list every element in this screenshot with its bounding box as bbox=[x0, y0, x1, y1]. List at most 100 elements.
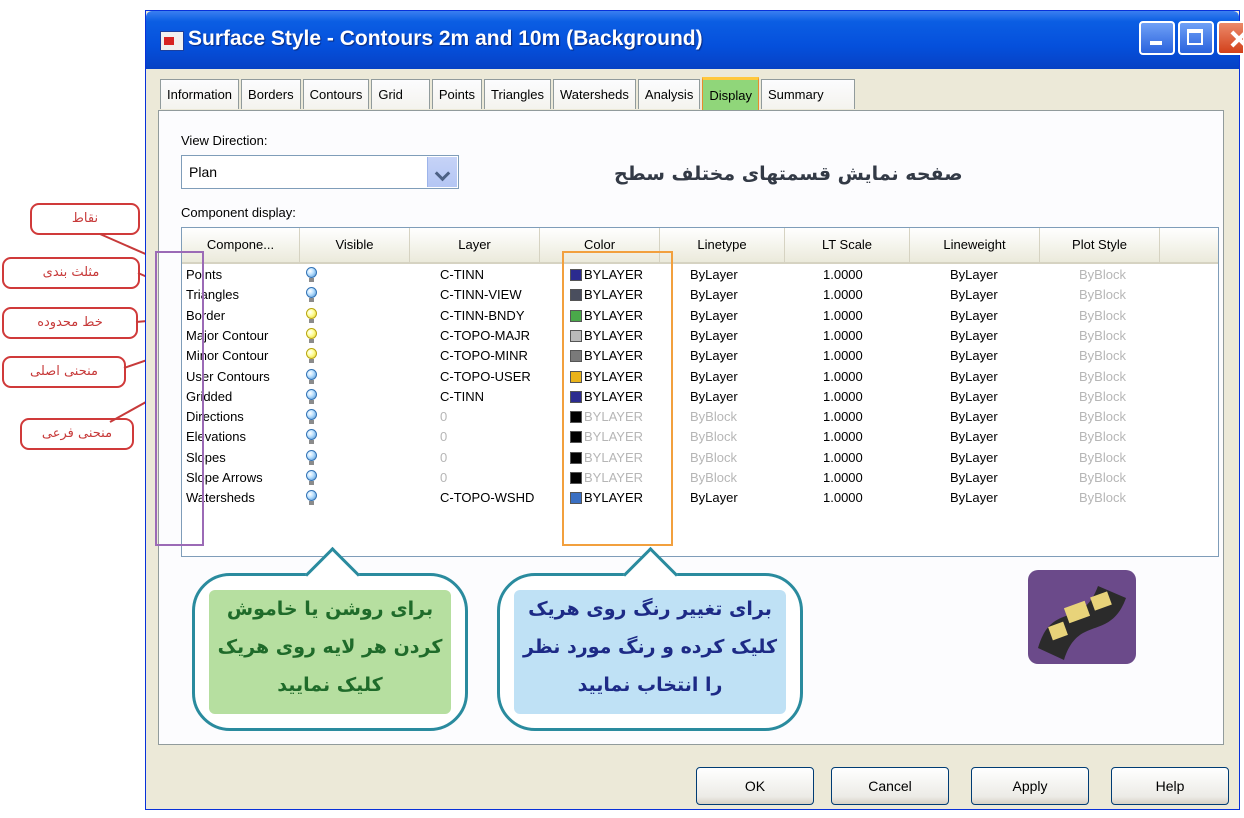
lightbulb-icon[interactable] bbox=[306, 429, 317, 445]
linetype-cell[interactable]: ByLayer bbox=[690, 327, 738, 345]
layer-cell[interactable]: C-TOPO-USER bbox=[440, 368, 531, 386]
cancel-button[interactable]: Cancel bbox=[831, 767, 949, 805]
col-linetype[interactable]: Linetype bbox=[660, 228, 785, 262]
plot-style-cell[interactable]: ByBlock bbox=[1079, 388, 1126, 406]
lineweight-cell[interactable]: ByLayer bbox=[950, 489, 998, 507]
plot-style-cell[interactable]: ByBlock bbox=[1079, 266, 1126, 284]
layer-cell[interactable]: C-TINN-VIEW bbox=[440, 286, 522, 304]
plot-style-cell[interactable]: ByBlock bbox=[1079, 347, 1126, 365]
lineweight-cell[interactable]: ByLayer bbox=[950, 368, 998, 386]
tab-summary[interactable]: Summary bbox=[760, 79, 855, 109]
table-row[interactable]: Triangles C-TINN-VIEW BYLAYER ByLayer 1.0000… bbox=[182, 286, 1218, 304]
table-row[interactable]: Border C-TINN-BNDY BYLAYER ByLayer 1.0000 ByL… bbox=[182, 307, 1218, 325]
lt-scale-cell[interactable]: 1.0000 bbox=[823, 489, 863, 507]
lineweight-cell[interactable]: ByLayer bbox=[950, 469, 998, 487]
lightbulb-icon[interactable] bbox=[306, 388, 317, 405]
col-plot-style[interactable]: Plot Style bbox=[1040, 228, 1160, 262]
lightbulb-icon[interactable] bbox=[306, 287, 317, 303]
tab-watersheds[interactable]: Watersheds bbox=[553, 79, 636, 109]
layer-cell[interactable]: C-TOPO-MINR bbox=[440, 347, 528, 365]
linetype-cell[interactable]: ByBlock bbox=[690, 428, 737, 446]
lt-scale-cell[interactable]: 1.0000 bbox=[823, 388, 863, 406]
layer-cell[interactable]: 0 bbox=[440, 449, 447, 467]
tab-triangles[interactable]: Triangles bbox=[484, 79, 552, 109]
layer-cell[interactable]: 0 bbox=[440, 428, 447, 446]
table-row[interactable]: Points C-TINN BYLAYER ByLayer 1.0000 ByLayer B… bbox=[182, 266, 1218, 284]
plot-style-cell[interactable]: ByBlock bbox=[1079, 307, 1126, 325]
lt-scale-cell[interactable]: 1.0000 bbox=[823, 368, 863, 386]
lightbulb-icon[interactable] bbox=[306, 409, 317, 425]
lineweight-cell[interactable]: ByLayer bbox=[950, 347, 998, 365]
lt-scale-cell[interactable]: 1.0000 bbox=[823, 347, 863, 365]
apply-button[interactable]: Apply bbox=[971, 767, 1089, 805]
table-row[interactable]: Major Contour C-TOPO-MAJR BYLAYER ByLayer 1.… bbox=[182, 327, 1218, 345]
plot-style-cell[interactable]: ByBlock bbox=[1079, 286, 1126, 304]
layer-cell[interactable]: 0 bbox=[440, 469, 447, 487]
table-row[interactable]: Gridded C-TINN BYLAYER ByLayer 1.0000 ByLayer… bbox=[182, 388, 1218, 406]
col-lineweight[interactable]: Lineweight bbox=[910, 228, 1040, 262]
linetype-cell[interactable]: ByBlock bbox=[690, 449, 737, 467]
linetype-cell[interactable]: ByLayer bbox=[690, 388, 738, 406]
tab-points[interactable]: Points bbox=[431, 79, 483, 109]
col-layer[interactable]: Layer bbox=[410, 228, 540, 262]
lineweight-cell[interactable]: ByLayer bbox=[950, 388, 998, 406]
linetype-cell[interactable]: ByBlock bbox=[690, 469, 737, 487]
col-visible[interactable]: Visible bbox=[300, 228, 410, 262]
lt-scale-cell[interactable]: 1.0000 bbox=[823, 286, 863, 304]
lineweight-cell[interactable]: ByLayer bbox=[950, 428, 998, 446]
plot-style-cell[interactable]: ByBlock bbox=[1079, 408, 1126, 426]
lightbulb-icon[interactable] bbox=[306, 348, 317, 364]
plot-style-cell[interactable]: ByBlock bbox=[1079, 469, 1126, 487]
plot-style-cell[interactable]: ByBlock bbox=[1079, 368, 1126, 386]
linetype-cell[interactable]: ByLayer bbox=[690, 266, 738, 284]
tab-contours[interactable]: Contours bbox=[302, 79, 370, 109]
layer-cell[interactable]: C-TINN bbox=[440, 388, 484, 406]
lt-scale-cell[interactable]: 1.0000 bbox=[823, 449, 863, 467]
lightbulb-icon[interactable] bbox=[306, 327, 317, 344]
linetype-cell[interactable]: ByLayer bbox=[690, 307, 738, 325]
layer-cell[interactable]: C-TINN bbox=[440, 266, 484, 284]
chevron-down-icon[interactable] bbox=[427, 157, 457, 187]
close-button[interactable] bbox=[1217, 21, 1243, 55]
lt-scale-cell[interactable]: 1.0000 bbox=[823, 428, 863, 446]
lineweight-cell[interactable]: ByLayer bbox=[950, 286, 998, 304]
layer-cell[interactable]: C-TINN-BNDY bbox=[440, 307, 525, 325]
table-row[interactable]: Watersheds C-TOPO-WSHD BYLAYER ByLayer 1.000… bbox=[182, 489, 1218, 507]
linetype-cell[interactable]: ByLayer bbox=[690, 347, 738, 365]
lightbulb-icon[interactable] bbox=[306, 449, 317, 466]
col-lt-scale[interactable]: LT Scale bbox=[785, 228, 910, 262]
tab-information[interactable]: Information bbox=[160, 79, 240, 109]
tab-borders[interactable]: Borders bbox=[241, 79, 301, 109]
plot-style-cell[interactable]: ByBlock bbox=[1079, 489, 1126, 507]
tab-grid[interactable]: Grid bbox=[371, 79, 430, 109]
layer-cell[interactable]: 0 bbox=[440, 408, 447, 426]
title-bar[interactable]: Surface Style - Contours 2m and 10m (Bac… bbox=[146, 11, 1243, 69]
maximize-button[interactable] bbox=[1178, 21, 1214, 55]
lineweight-cell[interactable]: ByLayer bbox=[950, 327, 998, 345]
plot-style-cell[interactable]: ByBlock bbox=[1079, 428, 1126, 446]
plot-style-cell[interactable]: ByBlock bbox=[1079, 449, 1126, 467]
tab-analysis[interactable]: Analysis bbox=[637, 79, 701, 109]
plot-style-cell[interactable]: ByBlock bbox=[1079, 327, 1126, 345]
lt-scale-cell[interactable]: 1.0000 bbox=[823, 266, 863, 284]
minimize-button[interactable] bbox=[1139, 21, 1175, 55]
table-row[interactable]: Minor Contour C-TOPO-MINR BYLAYER ByLayer 1.… bbox=[182, 347, 1218, 365]
lineweight-cell[interactable]: ByLayer bbox=[950, 266, 998, 284]
lineweight-cell[interactable]: ByLayer bbox=[950, 307, 998, 325]
lightbulb-icon[interactable] bbox=[306, 490, 317, 506]
table-row[interactable]: Elevations 0 BYLAYER ByBlock 1.0000 ByLayer By… bbox=[182, 428, 1218, 446]
table-row[interactable]: Slope Arrows 0 BYLAYER ByBlock 1.0000 ByLayer… bbox=[182, 469, 1218, 487]
layer-cell[interactable]: C-TOPO-WSHD bbox=[440, 489, 534, 507]
lineweight-cell[interactable]: ByLayer bbox=[950, 408, 998, 426]
lightbulb-icon[interactable] bbox=[306, 368, 317, 385]
table-row[interactable]: User Contours C-TOPO-USER BYLAYER ByLayer 1.… bbox=[182, 368, 1218, 386]
linetype-cell[interactable]: ByLayer bbox=[690, 368, 738, 386]
lightbulb-icon[interactable] bbox=[306, 470, 317, 486]
lt-scale-cell[interactable]: 1.0000 bbox=[823, 469, 863, 487]
linetype-cell[interactable]: ByLayer bbox=[690, 489, 738, 507]
lightbulb-icon[interactable] bbox=[306, 307, 317, 324]
linetype-cell[interactable]: ByLayer bbox=[690, 286, 738, 304]
table-row[interactable]: Directions 0 BYLAYER ByBlock 1.0000 ByLayer By… bbox=[182, 408, 1218, 426]
linetype-cell[interactable]: ByBlock bbox=[690, 408, 737, 426]
lt-scale-cell[interactable]: 1.0000 bbox=[823, 327, 863, 345]
